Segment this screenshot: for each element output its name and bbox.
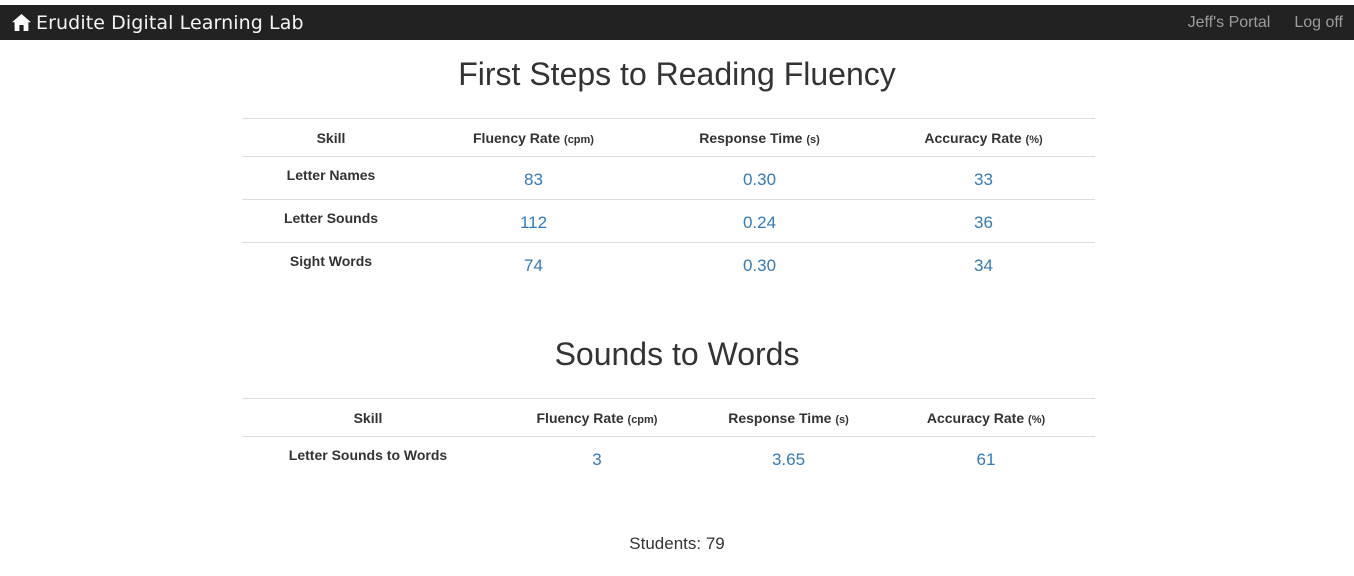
column-header-response-time: Response Time (s) [700,398,877,437]
column-header-fluency-rate: Fluency Rate (cpm) [494,398,700,437]
column-header-skill: Skill [242,118,420,157]
column-header-accuracy-rate: Accuracy Rate (%) [872,118,1095,157]
fluency-table-sounds-to-words: Skill Fluency Rate (cpm) Response Time (… [242,398,1095,480]
brand-title: Erudite Digital Learning Lab [36,11,304,34]
top-navbar: Erudite Digital Learning Lab Jeff's Port… [0,5,1354,40]
column-header-fluency-rate: Fluency Rate (cpm) [420,118,647,157]
column-header-skill: Skill [242,398,494,437]
section-title-sounds-to-words: Sounds to Words [554,336,800,372]
column-header-response-time: Response Time (s) [647,118,872,157]
table-header-row: Skill Fluency Rate (cpm) Response Time (… [242,118,1095,157]
fluency-rate-link[interactable]: 74 [420,243,647,286]
skill-name: Letter Names [242,156,420,200]
accuracy-rate-link[interactable]: 34 [872,243,1095,286]
brand-link[interactable]: Erudite Digital Learning Lab [0,12,304,34]
fluency-rate-link[interactable]: 83 [420,156,647,200]
home-icon [12,14,31,31]
column-header-accuracy-rate: Accuracy Rate (%) [877,398,1095,437]
accuracy-rate-link[interactable]: 36 [872,199,1095,243]
skill-name: Letter Sounds to Words [288,447,448,463]
jeffs-portal-link[interactable]: Jeff's Portal [1188,14,1271,32]
fluency-rate-link[interactable]: 3 [494,437,700,480]
response-time-link[interactable]: 0.24 [647,199,872,243]
fluency-table-first-steps: Skill Fluency Rate (cpm) Response Time (… [242,118,1095,286]
log-off-link[interactable]: Log off [1294,14,1343,32]
response-time-link[interactable]: 0.30 [647,243,872,286]
section-title-first-steps: First Steps to Reading Fluency [458,56,896,92]
skill-name: Letter Sounds [242,199,420,243]
table-header-row: Skill Fluency Rate (cpm) Response Time (… [242,398,1095,437]
skill-name: Sight Words [289,253,373,269]
nav-links: Jeff's Portal Log off [1188,14,1354,32]
table-row: Letter Sounds to Words 3 3.65 61 [242,437,1095,480]
table-row: Letter Names 83 0.30 33 [242,156,1095,200]
table-row: Letter Sounds 112 0.24 36 [242,199,1095,243]
students-count: Students: 79 [629,534,725,553]
fluency-rate-link[interactable]: 112 [420,199,647,243]
accuracy-rate-link[interactable]: 33 [872,156,1095,200]
response-time-link[interactable]: 3.65 [700,437,877,480]
table-row: Sight Words 74 0.30 34 [242,243,1095,286]
accuracy-rate-link[interactable]: 61 [877,437,1095,480]
response-time-link[interactable]: 0.30 [647,156,872,200]
